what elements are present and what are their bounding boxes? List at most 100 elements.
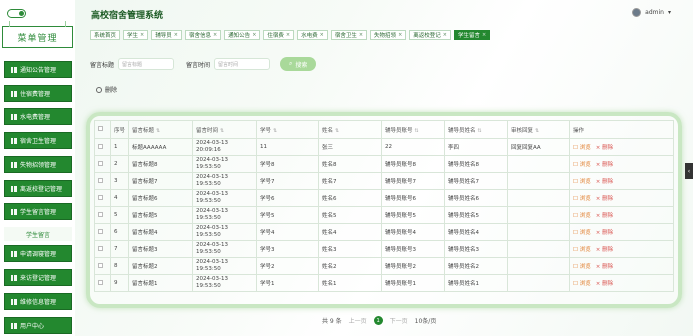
row-select-cell[interactable] <box>94 274 111 292</box>
sidebar-item-2[interactable]: 水电费管理 <box>4 108 72 125</box>
row-checkbox[interactable] <box>98 177 103 183</box>
close-icon[interactable]: × <box>320 32 324 38</box>
sort-icon[interactable]: ⇅ <box>478 128 482 134</box>
tab-8[interactable]: 失物招领 × <box>370 30 407 40</box>
sidebar-item-8[interactable]: 申请调寝管理 <box>4 245 72 262</box>
row-checkbox[interactable] <box>98 279 103 285</box>
view-button[interactable]: ☐ 浏览 <box>573 143 591 151</box>
sidebar-item-4[interactable]: 失物招领管理 <box>4 156 72 173</box>
tab-0[interactable]: 系统首页 <box>90 30 121 40</box>
column-header[interactable]: 辅导员账号 ⇅ <box>381 120 446 139</box>
row-select-cell[interactable] <box>94 189 111 207</box>
sort-icon[interactable]: ⇅ <box>220 128 224 134</box>
prev-page-button[interactable]: 上一页 <box>349 316 367 325</box>
sidebar-item-7[interactable]: 学生留言 <box>4 227 72 241</box>
tab-label: 离返校登记 <box>413 33 441 39</box>
row-checkbox[interactable] <box>98 228 103 234</box>
tab-9[interactable]: 离返校登记 × <box>409 30 451 40</box>
row-checkbox[interactable] <box>98 211 103 217</box>
table-row: 9 留言标题1 2024-03-13 19:53:50 学号1 姓名1 辅导员账号1 辅导员… <box>94 274 674 292</box>
sort-icon[interactable]: ⇅ <box>335 128 339 134</box>
sort-icon[interactable]: ⇅ <box>273 128 277 134</box>
chevron-left-icon[interactable]: ‹ <box>685 163 693 179</box>
search-button[interactable]: ⌕ 搜索 <box>280 57 317 71</box>
view-button[interactable]: ☐ 浏览 <box>573 160 591 168</box>
sidebar-item-3[interactable]: 宿舍卫生管理 <box>4 132 72 149</box>
page-size-select[interactable]: 10条/页 <box>415 316 437 325</box>
row-checkbox[interactable] <box>98 245 103 251</box>
sort-icon[interactable]: ⇅ <box>415 128 419 134</box>
column-header[interactable]: 留言标题 ⇅ <box>128 120 194 139</box>
delete-button[interactable]: × 删除 <box>596 143 613 151</box>
user-menu[interactable]: admin ▾ <box>632 8 671 17</box>
select-all-checkbox[interactable] <box>98 126 103 131</box>
batch-delete-button[interactable]: 删除 <box>96 85 117 94</box>
row-select-cell[interactable] <box>94 138 111 156</box>
tab-4[interactable]: 通知公告 × <box>224 30 261 40</box>
close-icon[interactable]: × <box>213 32 217 38</box>
sidebar-item-1[interactable]: 住宿费管理 <box>4 85 72 102</box>
column-header[interactable]: 审核回复 ⇅ <box>507 120 571 139</box>
row-checkbox[interactable] <box>98 194 103 200</box>
tab-6[interactable]: 水电费 × <box>297 30 328 40</box>
delete-button[interactable]: × 删除 <box>596 279 613 287</box>
close-icon[interactable]: × <box>443 32 447 38</box>
close-icon[interactable]: × <box>140 32 144 38</box>
tab-label: 通知公告 <box>228 33 251 39</box>
column-header[interactable]: 姓名 ⇅ <box>318 120 383 139</box>
delete-button[interactable]: × 删除 <box>596 177 613 185</box>
close-icon[interactable]: × <box>252 32 256 38</box>
row-select-cell[interactable] <box>94 257 111 275</box>
view-button[interactable]: ☐ 浏览 <box>573 228 591 236</box>
sidebar-item-11[interactable]: 用户中心 <box>4 317 72 334</box>
view-button[interactable]: ☐ 浏览 <box>573 177 591 185</box>
select-all-cell[interactable] <box>94 120 111 139</box>
sort-icon[interactable]: ⇅ <box>156 128 160 134</box>
close-icon[interactable]: × <box>482 32 486 38</box>
row-checkbox[interactable] <box>98 160 103 166</box>
sidebar-item-9[interactable]: 来访登记管理 <box>4 269 72 286</box>
sidebar-item-5[interactable]: 离返校登记管理 <box>4 180 72 197</box>
row-checkbox[interactable] <box>98 262 103 268</box>
row-select-cell[interactable] <box>94 223 111 241</box>
delete-button[interactable]: × 删除 <box>596 228 613 236</box>
delete-button[interactable]: × 删除 <box>596 262 613 270</box>
column-header[interactable]: 学号 ⇅ <box>256 120 320 139</box>
row-select-cell[interactable] <box>94 240 111 258</box>
close-icon[interactable]: × <box>359 32 363 38</box>
row-select-cell[interactable] <box>94 206 111 224</box>
delete-button[interactable]: × 删除 <box>596 211 613 219</box>
row-select-cell[interactable] <box>94 155 111 173</box>
close-icon[interactable]: × <box>286 32 290 38</box>
title-filter-input[interactable]: 留言标题 <box>118 58 175 70</box>
tab-5[interactable]: 住宿费 × <box>263 30 295 40</box>
tab-7[interactable]: 宿舍卫生 × <box>330 30 368 40</box>
column-header[interactable]: 辅导员姓名 ⇅ <box>444 120 509 139</box>
view-button[interactable]: ☐ 浏览 <box>573 194 591 202</box>
view-button[interactable]: ☐ 浏览 <box>573 245 591 253</box>
tab-2[interactable]: 辅导员 × <box>151 30 182 40</box>
column-header[interactable]: 留言时间 ⇅ <box>192 120 258 139</box>
view-button[interactable]: ☐ 浏览 <box>573 211 591 219</box>
tab-1[interactable]: 学生 × <box>123 30 149 40</box>
row-checkbox[interactable] <box>98 143 103 149</box>
next-page-button[interactable]: 下一页 <box>390 316 408 325</box>
view-button[interactable]: ☐ 浏览 <box>573 262 591 270</box>
time-filter-input[interactable]: 留言时间 <box>214 58 271 70</box>
close-icon[interactable]: × <box>398 32 402 38</box>
tab-10[interactable]: 学生留言 × <box>453 30 491 40</box>
delete-button[interactable]: × 删除 <box>596 245 613 253</box>
view-button[interactable]: ☐ 浏览 <box>573 279 591 287</box>
sidebar-item-label: 来访登记管理 <box>20 275 57 282</box>
sort-icon[interactable]: ⇅ <box>535 128 539 134</box>
tab-3[interactable]: 宿舍信息 × <box>184 30 222 40</box>
sidebar-item-0[interactable]: 通知公告管理 <box>4 61 72 78</box>
close-icon[interactable]: × <box>174 32 178 38</box>
delete-button[interactable]: × 删除 <box>596 160 613 168</box>
delete-button[interactable]: × 删除 <box>596 194 613 202</box>
sidebar-item-6[interactable]: 学生留言管理 <box>4 203 72 220</box>
page-1-button[interactable]: 1 <box>373 316 383 325</box>
sidebar-item-10[interactable]: 维修信息管理 <box>4 293 72 310</box>
sidebar-toggle[interactable] <box>7 9 26 18</box>
row-select-cell[interactable] <box>94 172 111 190</box>
